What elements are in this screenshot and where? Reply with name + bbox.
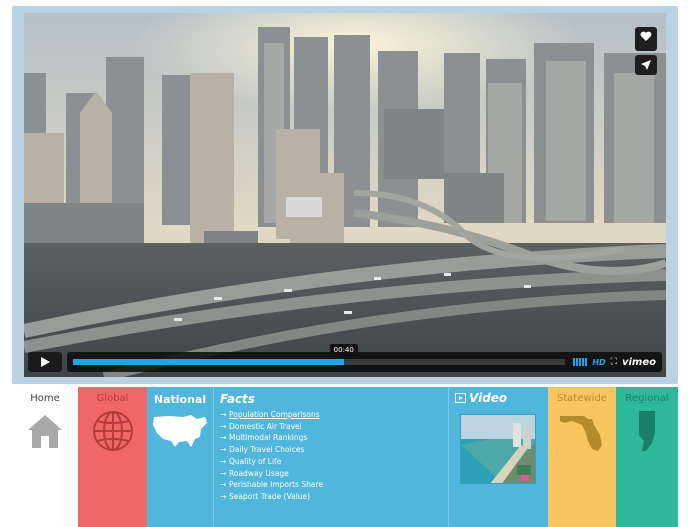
player-right-controls: HD ⛶ vimeo [573, 357, 656, 368]
nav-tile-facts: Facts → Population Comparisons → Domestic … [213, 387, 448, 527]
share-button[interactable] [635, 55, 657, 75]
nav-national-label: National [153, 393, 207, 406]
usa-map-icon [153, 415, 207, 447]
fact-link-travel-choices[interactable]: → Daily Travel Choices [220, 444, 323, 456]
nav-tile-national[interactable]: National [147, 387, 213, 527]
volume-icon[interactable] [573, 358, 588, 366]
video-frame[interactable]: 00:40 HD ⛶ vimeo [24, 13, 666, 377]
progress-fill [73, 359, 344, 365]
vimeo-logo[interactable]: vimeo [622, 357, 656, 368]
globe-icon [92, 411, 133, 451]
video-title-label: Video [469, 391, 508, 405]
send-icon [641, 60, 651, 70]
fact-link-seaport-trade[interactable]: → Seaport Trade (Value) [220, 491, 323, 503]
fullscreen-icon[interactable]: ⛶ [611, 357, 617, 367]
house-icon [28, 415, 62, 448]
section-navigation: Home Global National Facts → Population … [12, 387, 678, 527]
facts-list: → Population Comparisons → Domestic Air Tr… [220, 409, 323, 503]
page: 00:40 HD ⛶ vimeo Home Global National Fa… [0, 0, 688, 527]
video-icon [455, 393, 466, 403]
hd-button[interactable]: HD [592, 358, 605, 367]
play-button[interactable] [28, 352, 62, 372]
fact-link-quality-of-life[interactable]: → Quality of Life [220, 456, 323, 468]
progress-bar[interactable]: 00:40 [73, 344, 566, 365]
fact-link-multimodal[interactable]: → Multimodal Rankings [220, 432, 323, 444]
player-controls: 00:40 HD ⛶ vimeo [28, 344, 662, 373]
fact-link-air-travel[interactable]: → Domestic Air Travel [220, 421, 323, 433]
video-thumbnail[interactable] [460, 414, 536, 484]
nav-statewide-label: Statewide [557, 393, 607, 404]
nav-global-label: Global [96, 393, 129, 404]
like-button[interactable] [635, 27, 657, 51]
nav-tile-home[interactable]: Home [12, 387, 78, 527]
region-map-icon [639, 411, 655, 451]
fact-link-population[interactable]: → Population Comparisons [220, 409, 323, 421]
florida-map-icon [560, 416, 602, 451]
nav-tile-statewide[interactable]: Statewide [548, 387, 616, 527]
beach-thumbnail-image [461, 415, 535, 483]
heart-icon [640, 31, 652, 41]
nav-regional-label: Regional [625, 393, 669, 404]
play-icon [41, 357, 50, 367]
video-section-title: Video [455, 391, 507, 405]
video-player: 00:40 HD ⛶ vimeo [12, 6, 678, 384]
nav-tile-video[interactable]: Video [448, 387, 548, 527]
facts-title: Facts [220, 392, 255, 406]
city-skyline-scene [24, 13, 666, 377]
nav-home-label: Home [30, 393, 60, 404]
fact-link-roadway-usage[interactable]: → Roadway Usage [220, 468, 323, 480]
time-badge: 00:40 [329, 344, 358, 356]
fact-link-perishable-imports[interactable]: → Perishable Imports Share [220, 479, 323, 491]
control-bar: 00:40 HD ⛶ vimeo [67, 344, 662, 372]
nav-tile-global[interactable]: Global [78, 387, 147, 527]
nav-tile-regional[interactable]: Regional [616, 387, 678, 527]
